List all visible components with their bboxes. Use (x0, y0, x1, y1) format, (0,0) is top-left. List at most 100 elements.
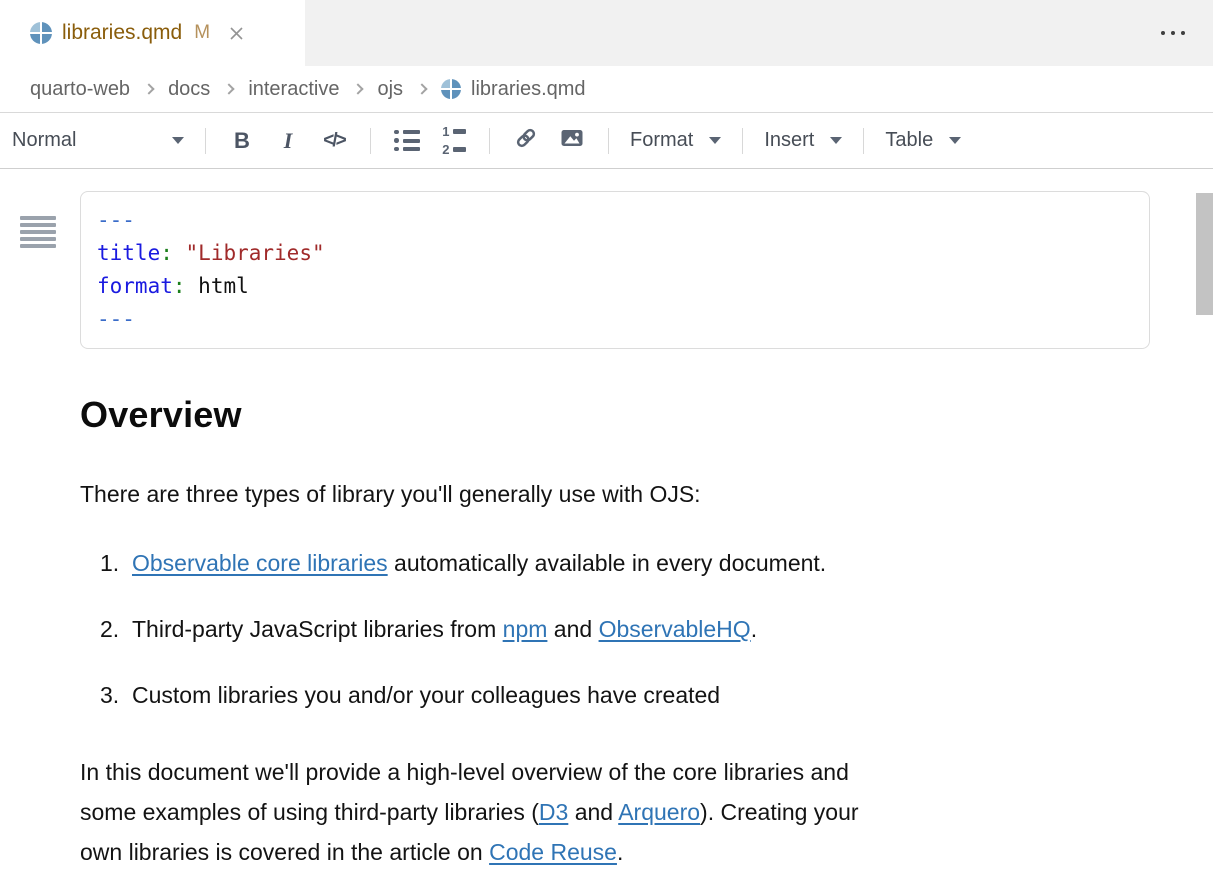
text-segment: own libraries is covered in the article … (80, 839, 489, 865)
close-icon[interactable] (226, 23, 246, 43)
text-segment: some examples of using third-party libra… (80, 799, 539, 825)
italic-icon: I (284, 128, 293, 154)
toolbar-separator (370, 128, 371, 154)
list-item-marker: 1. (100, 548, 132, 578)
link[interactable]: Arquero (618, 799, 700, 825)
text-segment: and (547, 616, 598, 642)
intro-paragraph: There are three types of library you'll … (80, 479, 1150, 509)
text-segment: html (198, 274, 249, 298)
text-segment: --- (97, 208, 135, 232)
list-item-marker: 2. (100, 614, 132, 644)
yaml-line: format: html (97, 270, 1133, 303)
breadcrumb-item-interactive[interactable]: interactive (248, 78, 339, 101)
tab-bar: libraries.qmd M (0, 0, 1213, 66)
text-segment: : (160, 241, 173, 265)
list-item: 1. Observable core libraries automatical… (80, 548, 1150, 578)
text-segment: automatically available in every documen… (388, 550, 827, 576)
numbered-list: 1. Observable core libraries automatical… (80, 548, 1150, 710)
code-icon: </> (323, 130, 344, 152)
table-menu[interactable]: Table (877, 121, 969, 161)
chevron-right-icon (143, 83, 154, 94)
breadcrumb-item-quarto-web[interactable]: quarto-web (30, 78, 130, 101)
toolbar-separator (742, 128, 743, 154)
list-item-text: Third-party JavaScript libraries from np… (132, 614, 757, 644)
numbered-list-icon: 1 2 (441, 124, 466, 157)
section-heading-overview: Overview (80, 393, 1150, 437)
toolbar-separator (489, 128, 490, 154)
code-button[interactable]: </> (311, 121, 357, 161)
tab-libraries-qmd[interactable]: libraries.qmd M (0, 0, 305, 66)
chevron-right-icon (416, 83, 427, 94)
text-segment: . (617, 839, 623, 865)
tab-title: libraries.qmd (62, 21, 182, 45)
formatting-toolbar: Normal B I </> 1 2 (0, 113, 1213, 169)
list-item-text: Observable core libraries automatically … (132, 548, 826, 578)
chevron-down-icon (830, 137, 842, 144)
toolbar-separator (863, 128, 864, 154)
more-actions-icon[interactable] (1161, 0, 1185, 66)
italic-button[interactable]: I (265, 121, 311, 161)
text-segment: In this document we'll provide a high-le… (80, 759, 849, 785)
bold-button[interactable]: B (219, 121, 265, 161)
yaml-line: title: "Libraries" (97, 237, 1133, 270)
breadcrumb-item-docs[interactable]: docs (168, 78, 210, 101)
insert-menu-label: Insert (764, 129, 814, 152)
link-button[interactable] (503, 121, 549, 161)
link[interactable]: Code Reuse (489, 839, 617, 865)
image-icon (560, 126, 584, 155)
link[interactable]: npm (503, 616, 548, 642)
text-segment: . (751, 616, 757, 642)
list-item-text: Custom libraries you and/or your colleag… (132, 680, 720, 710)
breadcrumb-file-label: libraries.qmd (471, 78, 585, 101)
chevron-down-icon (709, 137, 721, 144)
chevron-right-icon (224, 83, 235, 94)
list-item: 3. Custom libraries you and/or your coll… (80, 680, 1150, 710)
quarto-icon (441, 79, 461, 99)
bulleted-list-button[interactable] (384, 121, 430, 161)
list-item: 2. Third-party JavaScript libraries from… (80, 614, 1150, 644)
link[interactable]: ObservableHQ (599, 616, 751, 642)
text-segment (173, 241, 186, 265)
yaml-line: --- (97, 303, 1133, 336)
text-segment: "Libraries" (186, 241, 325, 265)
link[interactable]: Observable core libraries (132, 550, 388, 576)
toolbar-separator (205, 128, 206, 154)
chevron-down-icon (172, 137, 184, 144)
text-segment: --- (97, 307, 135, 331)
modified-badge: M (194, 22, 210, 44)
block-handle-icon[interactable] (20, 216, 56, 248)
table-menu-label: Table (885, 129, 933, 152)
toolbar-separator (608, 128, 609, 154)
breadcrumb-item-ojs[interactable]: ojs (377, 78, 403, 101)
text-segment: ). Creating your (700, 799, 859, 825)
link[interactable]: D3 (539, 799, 568, 825)
quarto-icon (30, 22, 52, 44)
text-segment (186, 274, 199, 298)
text-segment: format (97, 274, 173, 298)
insert-menu[interactable]: Insert (756, 121, 850, 161)
paragraph-style-value: Normal (12, 129, 76, 152)
closing-paragraph: In this document we'll provide a high-le… (80, 752, 1150, 872)
text-segment: : (173, 274, 186, 298)
breadcrumb: quarto-web docs interactive ojs librarie… (0, 66, 1213, 113)
text-segment: Custom libraries you and/or your colleag… (132, 682, 720, 708)
format-menu[interactable]: Format (622, 121, 729, 161)
text-segment: title (97, 241, 160, 265)
list-item-marker: 3. (100, 680, 132, 710)
numbered-list-button[interactable]: 1 2 (430, 121, 476, 161)
format-menu-label: Format (630, 129, 693, 152)
vertical-scrollbar[interactable] (1196, 193, 1213, 315)
text-segment: There are three types of library you'll … (80, 481, 701, 507)
yaml-front-matter-block[interactable]: --- title: "Libraries" format: html --- (80, 191, 1150, 349)
bulleted-list-icon (394, 130, 420, 152)
image-button[interactable] (549, 121, 595, 161)
paragraph-style-select[interactable]: Normal (12, 129, 192, 152)
bold-icon: B (234, 128, 250, 154)
editor-canvas[interactable]: --- title: "Libraries" format: html --- … (0, 191, 1213, 889)
chevron-right-icon (353, 83, 364, 94)
link-icon (514, 126, 538, 155)
yaml-line: --- (97, 204, 1133, 237)
breadcrumb-item-file[interactable]: libraries.qmd (441, 78, 585, 101)
text-segment: Third-party JavaScript libraries from (132, 616, 503, 642)
text-segment: and (568, 799, 618, 825)
